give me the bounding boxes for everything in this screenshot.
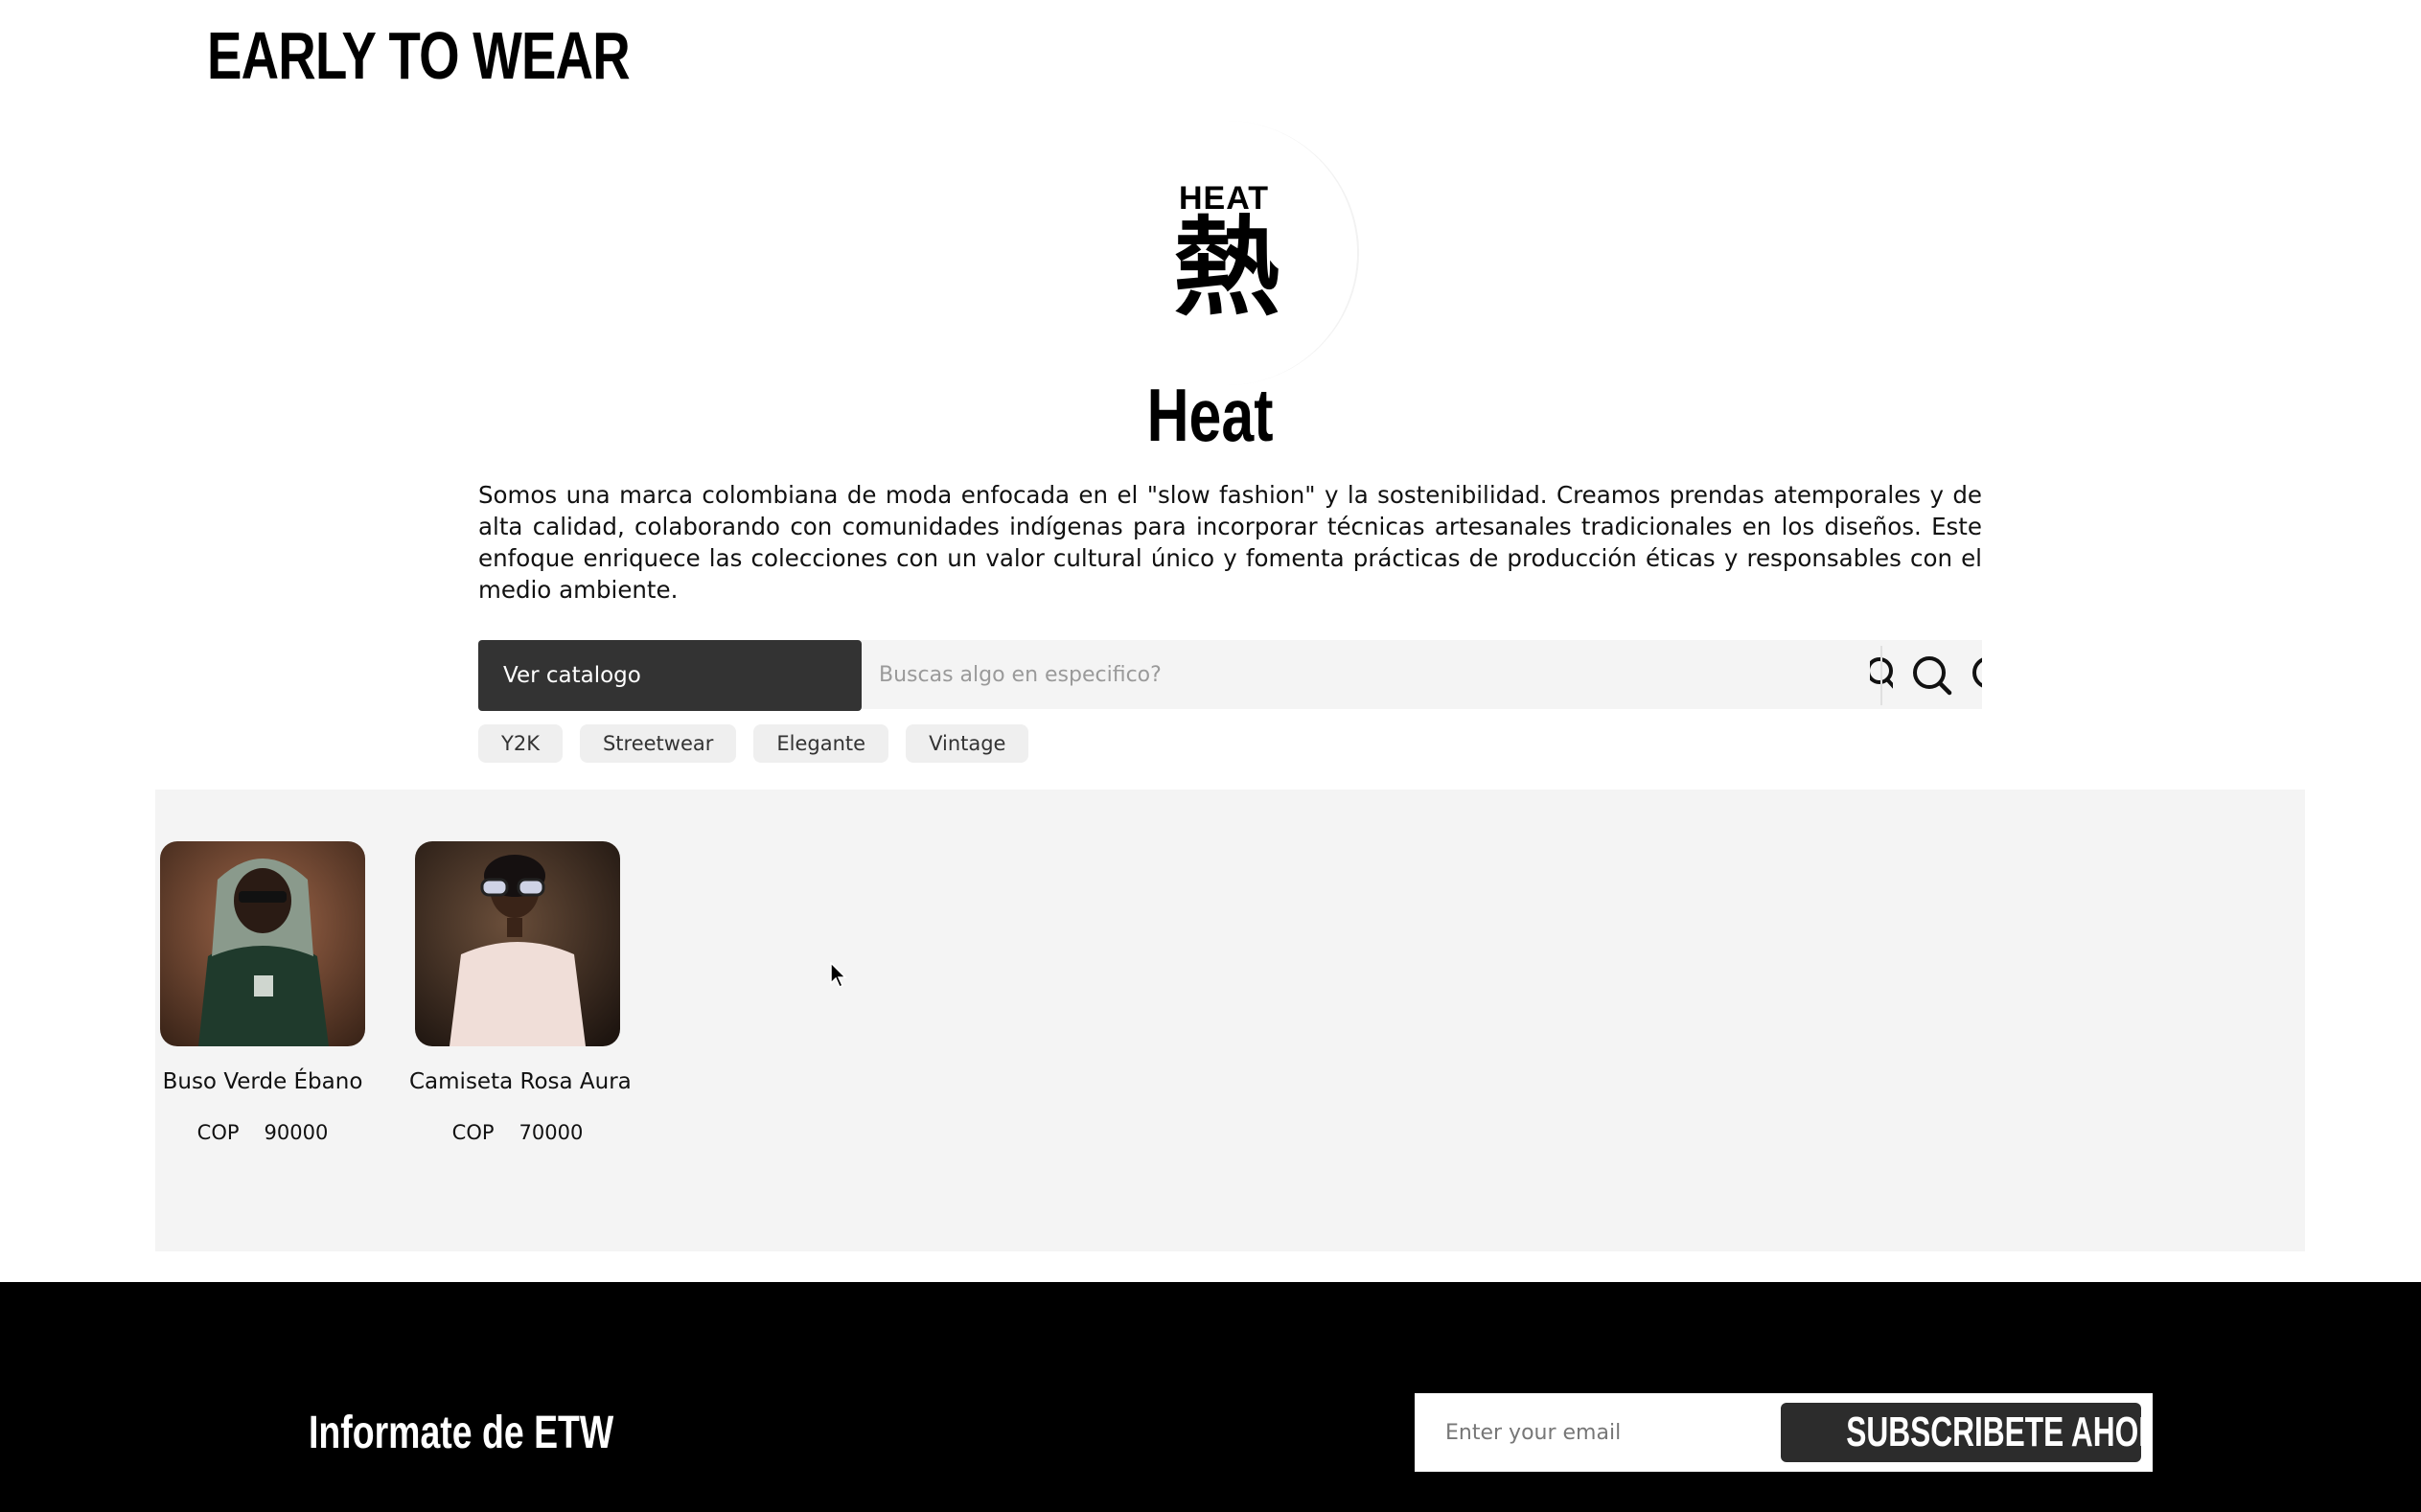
price-value: 90000 xyxy=(264,1121,329,1144)
tag-chip[interactable]: Streetwear xyxy=(579,724,737,763)
product-name[interactable]: Buso Verde Ébano xyxy=(154,1069,371,1094)
product-image[interactable] xyxy=(160,841,365,1046)
tag-chip[interactable]: Elegante xyxy=(753,724,889,763)
product-price: COP 90000 xyxy=(154,1121,371,1144)
logo-kanji: 熱 xyxy=(1173,206,1280,331)
product-name[interactable]: Camiseta Rosa Aura xyxy=(409,1069,632,1094)
brand-logo: HEAT 熱 xyxy=(1095,121,1359,385)
product-price: COP 70000 xyxy=(409,1121,626,1144)
search-divider xyxy=(1880,646,1882,705)
footer-title: Informate de ETW xyxy=(309,1408,614,1458)
search-bar: Ver catalogo xyxy=(478,640,1982,711)
price-currency: COP xyxy=(196,1121,240,1144)
product-image[interactable] xyxy=(415,841,620,1046)
search-icon[interactable] xyxy=(1910,653,1954,698)
tag-chip[interactable]: Vintage xyxy=(906,724,1029,763)
price-currency: COP xyxy=(451,1121,495,1144)
subscribe-button[interactable]: SUBSCRIBETE AHORA xyxy=(1781,1403,2141,1462)
view-catalog-button[interactable]: Ver catalogo xyxy=(478,640,862,711)
mouse-cursor-icon xyxy=(830,962,847,989)
search-input[interactable] xyxy=(879,640,1876,709)
newsletter-form: SUBSCRIBETE AHORA xyxy=(1415,1393,2153,1472)
brand-name: Heat xyxy=(0,372,2421,459)
product-card[interactable]: Camiseta Rosa Aura COP 70000 xyxy=(409,841,632,1144)
footer: Informate de ETW SUBSCRIBETE AHORA xyxy=(0,1282,2421,1512)
product-card[interactable]: Buso Verde Ébano COP 90000 xyxy=(154,841,371,1144)
email-field[interactable] xyxy=(1415,1393,1779,1472)
product-grid: Buso Verde Ébano COP 90000 Camiseta Rosa … xyxy=(155,790,2305,1251)
subscribe-button-label: SUBSCRIBETE AHORA xyxy=(1846,1409,2141,1455)
tag-list: Y2K Streetwear Elegante Vintage xyxy=(478,724,1029,763)
brand-description: Somos una marca colombiana de moda enfoc… xyxy=(478,481,1982,604)
tag-chip[interactable]: Y2K xyxy=(478,724,563,763)
price-value: 70000 xyxy=(519,1121,584,1144)
site-title[interactable]: EARLY TO WEAR xyxy=(207,17,631,94)
search-icon xyxy=(1970,653,1982,698)
brand-name-text: Heat xyxy=(1147,373,1274,457)
